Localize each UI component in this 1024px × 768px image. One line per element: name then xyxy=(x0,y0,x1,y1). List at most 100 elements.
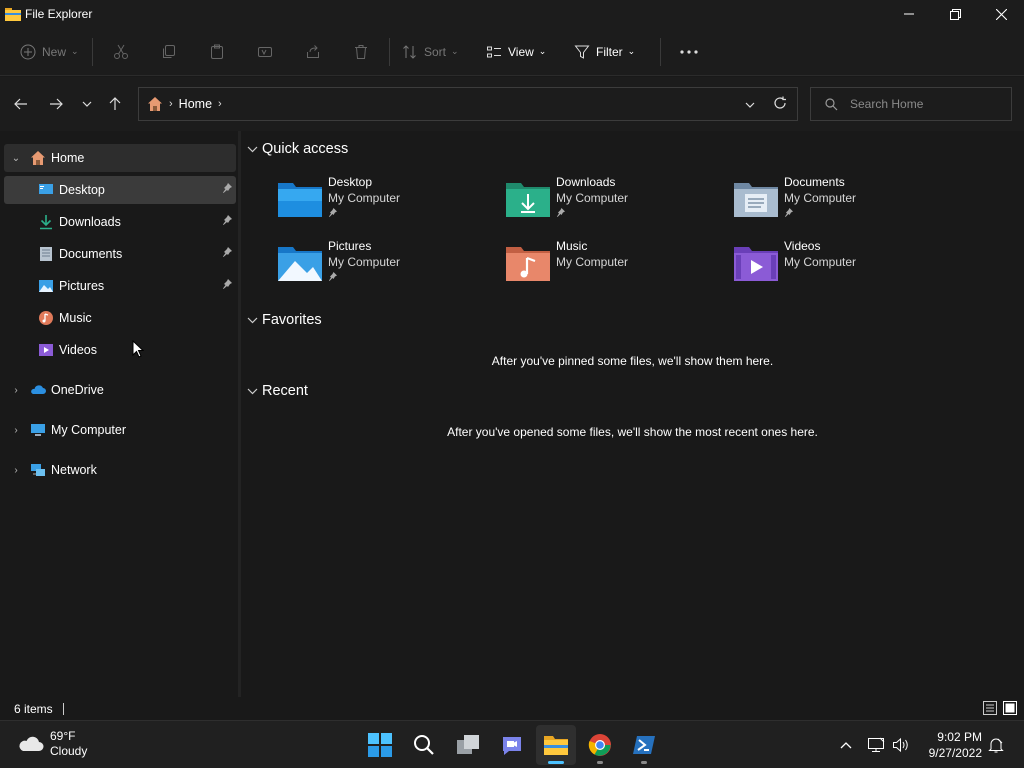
filter-button[interactable]: Filter ⌄ xyxy=(566,36,656,68)
sidebar-item-documents[interactable]: Documents xyxy=(4,240,236,268)
quick-access-item-desktop[interactable]: Desktop My Computer xyxy=(277,175,477,225)
sort-button[interactable]: Sort ⌄ xyxy=(394,36,478,68)
active-indicator xyxy=(548,761,564,764)
recent-header[interactable]: Recent xyxy=(247,383,308,399)
pictures-folder-icon xyxy=(278,247,322,281)
music-icon xyxy=(39,311,53,325)
powershell-taskbar-button[interactable] xyxy=(624,725,664,765)
item-name: Music xyxy=(556,239,588,253)
status-bar: 6 items xyxy=(0,697,1024,720)
chrome-taskbar-button[interactable] xyxy=(580,725,620,765)
chevron-up-icon xyxy=(840,742,852,749)
favorites-header[interactable]: Favorites xyxy=(247,312,322,328)
volume-button[interactable] xyxy=(892,721,910,768)
breadcrumb-home[interactable]: Home xyxy=(179,97,212,111)
quick-access-item-videos[interactable]: Videos My Computer xyxy=(733,239,933,289)
clock[interactable]: 9:02 PM 9/27/2022 xyxy=(929,729,982,761)
pin-icon[interactable] xyxy=(222,279,232,289)
search-icon xyxy=(825,97,838,110)
chevron-right-icon[interactable]: › xyxy=(10,385,22,396)
close-button[interactable] xyxy=(978,0,1024,28)
minimize-button[interactable] xyxy=(886,0,932,28)
search-input[interactable] xyxy=(850,97,1000,111)
show-hidden-icons-button[interactable] xyxy=(840,721,852,768)
share-button[interactable] xyxy=(289,36,337,68)
downloads-folder-icon xyxy=(506,183,550,217)
delete-button[interactable] xyxy=(337,36,385,68)
chevron-down-icon[interactable]: ⌄ xyxy=(10,153,22,164)
notifications-button[interactable] xyxy=(988,721,1004,768)
sidebar-item-pictures[interactable]: Pictures xyxy=(4,272,236,300)
start-button[interactable] xyxy=(360,725,400,765)
address-bar[interactable]: › Home › xyxy=(138,87,798,121)
home-icon xyxy=(148,97,162,111)
chevron-down-icon xyxy=(82,101,92,107)
chevron-right-icon[interactable]: › xyxy=(10,465,22,476)
notification-bell-icon xyxy=(988,738,1004,753)
breadcrumb-separator[interactable]: › xyxy=(218,98,222,110)
sidebar-item-home[interactable]: ⌄ Home xyxy=(4,144,236,172)
documents-folder-icon xyxy=(734,183,778,217)
more-options-button[interactable] xyxy=(665,36,713,68)
arrow-left-icon xyxy=(14,98,27,110)
quick-access-item-pictures[interactable]: Pictures My Computer xyxy=(277,239,477,289)
new-button[interactable]: New ⌄ xyxy=(12,36,88,68)
paste-button[interactable] xyxy=(193,36,241,68)
sidebar-item-label: Music xyxy=(59,311,92,325)
sidebar-item-label: Downloads xyxy=(59,215,121,229)
view-button[interactable]: View ⌄ xyxy=(478,36,566,68)
task-view-button[interactable] xyxy=(448,725,488,765)
chevron-down-icon: ⌄ xyxy=(538,46,547,56)
search-box[interactable] xyxy=(810,87,1012,121)
search-taskbar-button[interactable] xyxy=(404,725,444,765)
file-explorer-taskbar-button[interactable] xyxy=(536,725,576,765)
item-location: My Computer xyxy=(328,191,401,205)
refresh-button[interactable] xyxy=(773,96,787,113)
sidebar-item-onedrive[interactable]: › OneDrive xyxy=(4,376,236,404)
up-button[interactable] xyxy=(104,93,126,115)
view-label: View xyxy=(508,44,534,59)
chevron-down-icon: ⌄ xyxy=(451,46,459,56)
title-bar: File Explorer xyxy=(0,0,1024,28)
sidebar-item-network[interactable]: › Network xyxy=(4,456,236,484)
desktop-icon xyxy=(39,184,53,194)
cut-button[interactable] xyxy=(97,36,145,68)
pin-icon[interactable] xyxy=(222,247,232,257)
quick-access-item-music[interactable]: Music My Computer xyxy=(505,239,705,289)
rename-button[interactable] xyxy=(241,36,289,68)
item-location: My Computer xyxy=(784,255,857,269)
arrow-right-icon xyxy=(50,98,63,110)
recent-locations-button[interactable] xyxy=(76,93,98,115)
sidebar-item-desktop[interactable]: Desktop xyxy=(4,176,236,204)
restore-button[interactable] xyxy=(932,0,978,28)
videos-folder-icon xyxy=(734,247,778,281)
tiles-view-button[interactable] xyxy=(1002,700,1018,719)
sidebar-item-my-computer[interactable]: › My Computer xyxy=(4,416,236,444)
address-history-button[interactable] xyxy=(745,97,755,111)
window-title: File Explorer xyxy=(25,7,93,21)
documents-icon xyxy=(40,247,52,261)
forward-button[interactable] xyxy=(45,93,67,115)
chrome-icon xyxy=(588,734,611,756)
back-button[interactable] xyxy=(10,93,32,115)
copy-button[interactable] xyxy=(145,36,193,68)
sidebar-item-videos[interactable]: Videos xyxy=(4,336,236,364)
speaker-icon xyxy=(893,737,908,753)
network-status-button[interactable] xyxy=(867,721,885,768)
sidebar-item-downloads[interactable]: Downloads xyxy=(4,208,236,236)
weather-condition: Cloudy xyxy=(50,744,88,758)
pin-icon[interactable] xyxy=(222,215,232,225)
taskbar: 69°F Cloudy 9:02 PM 9/27/2022 xyxy=(0,720,1024,768)
pin-icon[interactable] xyxy=(222,183,232,193)
close-icon xyxy=(995,8,1007,20)
search-icon xyxy=(414,735,434,755)
quick-access-header[interactable]: Quick access xyxy=(247,141,348,157)
quick-access-item-downloads[interactable]: Downloads My Computer xyxy=(505,175,705,225)
details-view-button[interactable] xyxy=(982,700,998,719)
chevron-right-icon[interactable]: › xyxy=(10,425,22,436)
quick-access-item-documents[interactable]: Documents My Computer xyxy=(733,175,933,225)
sidebar-item-music[interactable]: Music xyxy=(4,304,236,332)
chat-button[interactable] xyxy=(492,725,532,765)
weather-widget[interactable]: 69°F Cloudy xyxy=(18,729,87,759)
chevron-down-icon xyxy=(247,317,258,323)
